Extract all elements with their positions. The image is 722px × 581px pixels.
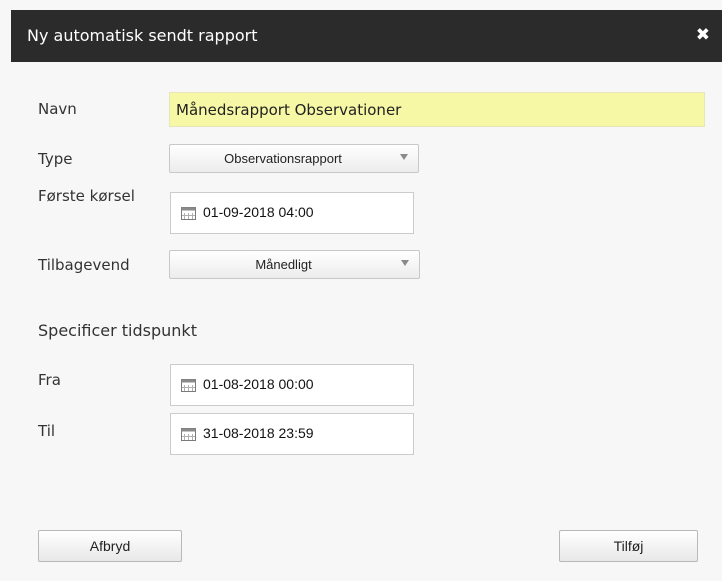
chevron-down-icon [401, 260, 409, 266]
to-label: Til [38, 422, 56, 440]
calendar-icon[interactable] [181, 206, 196, 220]
to-date-value: 31-08-2018 23:59 [203, 425, 314, 441]
from-label: Fra [38, 371, 61, 389]
type-select[interactable]: Observationsrapport [169, 144, 419, 173]
new-report-dialog: Ny automatisk sendt rapport ✖ Navn Type … [0, 0, 722, 581]
recurrence-select-value: Månedligt [255, 257, 312, 272]
name-label: Navn [38, 100, 77, 118]
recurrence-label: Tilbagevend [38, 256, 130, 274]
from-date-field[interactable]: 01-08-2018 00:00 [170, 364, 414, 406]
specify-time-heading: Specificer tidspunkt [38, 321, 197, 340]
from-date-value: 01-08-2018 00:00 [203, 376, 314, 392]
add-button[interactable]: Tilføj [559, 530, 698, 562]
type-select-value: Observationsrapport [224, 151, 342, 166]
cancel-button[interactable]: Afbryd [38, 530, 182, 562]
dialog-titlebar: Ny automatisk sendt rapport ✖ [11, 10, 722, 62]
first-run-date-field[interactable]: 01-09-2018 04:00 [170, 192, 414, 234]
first-run-date-value: 01-09-2018 04:00 [203, 204, 314, 220]
dialog-title: Ny automatisk sendt rapport [27, 26, 258, 45]
close-icon[interactable]: ✖ [696, 25, 710, 45]
recurrence-select[interactable]: Månedligt [169, 250, 420, 279]
calendar-icon[interactable] [181, 427, 196, 441]
calendar-icon[interactable] [181, 378, 196, 392]
type-label: Type [38, 150, 73, 168]
name-input[interactable] [169, 92, 705, 127]
to-date-field[interactable]: 31-08-2018 23:59 [170, 413, 414, 455]
chevron-down-icon [400, 154, 408, 160]
first-run-label: Første kørsel [38, 188, 135, 205]
